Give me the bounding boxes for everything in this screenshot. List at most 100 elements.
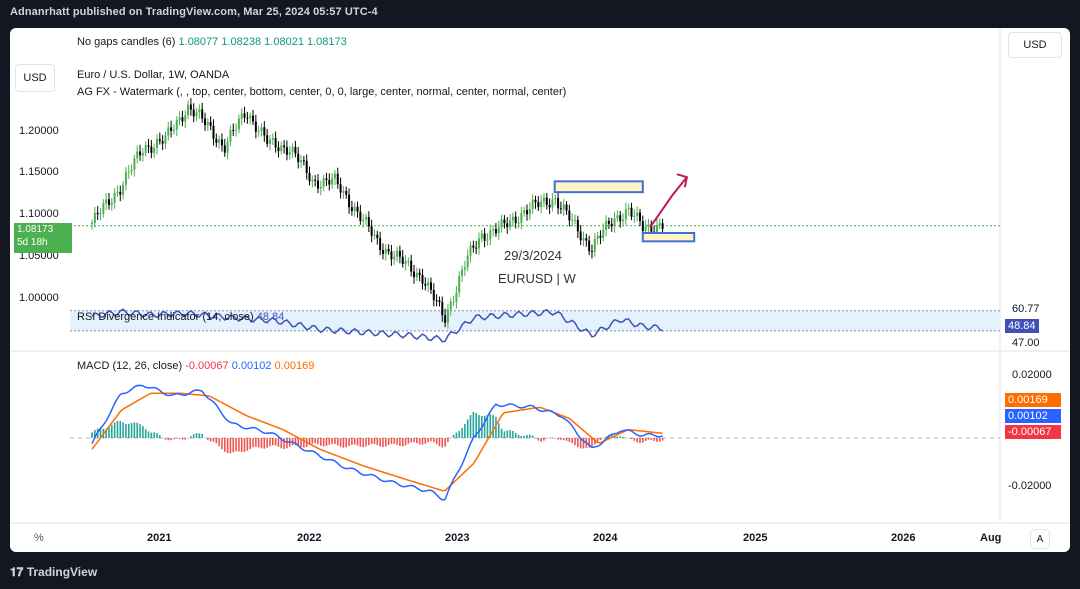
percent-toggle-icon[interactable]: % xyxy=(34,532,44,544)
macd-hist-bar xyxy=(410,438,413,443)
macd-hist-value: -0.00067 xyxy=(185,360,229,372)
candle-body xyxy=(427,282,430,286)
macd-hist-bar xyxy=(127,423,130,438)
candle-body xyxy=(373,234,376,236)
candle-body xyxy=(500,219,503,228)
candle-body xyxy=(240,113,243,119)
macd-hist-bar xyxy=(223,438,226,452)
candle-body xyxy=(105,199,108,204)
macd-hist-bar xyxy=(520,435,523,438)
candle-body xyxy=(514,216,517,224)
candle-body xyxy=(280,145,283,152)
macd-hist-bar xyxy=(551,437,554,439)
candle-body xyxy=(540,201,543,208)
macd-hist-bar xyxy=(461,428,463,438)
candle-body xyxy=(353,206,356,211)
candle-body xyxy=(483,233,486,241)
candle-body xyxy=(599,235,602,238)
tradingview-logo: 𝟏𝟕 TradingView xyxy=(10,565,98,579)
macd-hist-bar xyxy=(348,438,350,447)
candle-body xyxy=(336,173,339,185)
candle-body xyxy=(333,173,336,179)
macd-hist-bar xyxy=(548,437,551,439)
macd-hist-bar xyxy=(255,438,257,447)
macd-hist-bar xyxy=(537,438,540,441)
macd-hist-bar xyxy=(500,428,503,438)
macd-hist-bar xyxy=(627,438,630,439)
macd-hist-bar xyxy=(387,438,390,446)
macd-hist-bar xyxy=(619,436,622,438)
macd-hist-bar xyxy=(492,415,494,438)
candle-body xyxy=(559,208,562,210)
macd-hist-bar xyxy=(272,438,274,446)
candle-body xyxy=(342,191,345,193)
price-tick-1: 1.20000 xyxy=(19,125,59,137)
macd-hist-bar xyxy=(212,438,215,442)
macd-hist-bar xyxy=(153,432,155,438)
candle-body xyxy=(379,238,382,251)
candle-body xyxy=(155,139,158,149)
candle-body xyxy=(622,219,625,222)
macd-hist-bar xyxy=(466,419,469,438)
candle-body xyxy=(492,229,495,231)
macd-hist-bar xyxy=(173,438,175,440)
macd-hist-bar xyxy=(260,438,263,449)
macd-hist-bar xyxy=(232,438,235,453)
chart-canvas[interactable] xyxy=(10,28,1070,552)
macd-hist-bar xyxy=(314,438,316,444)
macd-hist-bar xyxy=(136,422,139,438)
candle-body xyxy=(523,210,526,213)
candle-body xyxy=(517,222,520,224)
candle-body xyxy=(557,198,560,209)
candle-body xyxy=(294,146,297,154)
currency-button[interactable]: USD xyxy=(1008,32,1062,58)
currency-left-button[interactable]: USD xyxy=(15,64,55,92)
candle-body xyxy=(585,238,588,241)
macd-hist-bar xyxy=(218,438,220,447)
candle-body xyxy=(415,272,418,278)
rsi-label: RSI Divergence Indicator (14, close) xyxy=(77,311,254,323)
last-price: 1.08173 xyxy=(17,224,54,235)
macd-hist-bar xyxy=(557,438,559,440)
macd-hist-bar xyxy=(204,437,206,439)
macd-hist-bar xyxy=(370,438,373,444)
chart-panel[interactable]: No gaps candles (6) 1.08077 1.08238 1.08… xyxy=(10,28,1070,552)
candle-body xyxy=(534,199,537,203)
candle-body xyxy=(590,251,593,253)
price-tick-5: 1.00000 xyxy=(19,292,59,304)
candle-body xyxy=(243,113,246,118)
macd-hist-bar xyxy=(636,438,638,443)
macd-hist-bar xyxy=(139,424,141,438)
macd-hist-bar xyxy=(512,430,514,438)
macd-hist-bar xyxy=(384,438,387,447)
candle-body xyxy=(212,125,215,139)
macd-hist-bar xyxy=(181,438,184,440)
auto-scale-icon[interactable]: A xyxy=(1030,529,1050,549)
candle-body xyxy=(574,219,577,221)
macd-hist-bar xyxy=(122,422,124,438)
macd-hist-bar xyxy=(336,438,339,446)
macd-hist-bar xyxy=(353,438,356,445)
candle-body xyxy=(164,135,167,144)
macd-hist-bar xyxy=(229,438,232,454)
macd-hist-bar xyxy=(156,433,158,438)
macd-hist-bar xyxy=(568,438,571,442)
macd-hist-bar xyxy=(497,423,500,438)
macd-hist-bar xyxy=(144,429,147,438)
macd-hist-bar xyxy=(435,438,438,445)
candle-body xyxy=(274,138,277,148)
rsi-current-tag: 48.84 xyxy=(1005,319,1039,333)
macd-hist-bar xyxy=(359,438,362,447)
candle-body xyxy=(477,238,480,249)
open-value: 1.08077 xyxy=(178,36,219,48)
candle-body xyxy=(252,115,255,122)
publish-info: Adnanrhatt published on TradingView.com,… xyxy=(10,6,378,18)
macd-hist-bar xyxy=(317,438,319,445)
candle-body xyxy=(633,216,636,218)
candle-body xyxy=(418,272,421,275)
macd-hist-bar xyxy=(257,438,260,448)
pair-annotation: EURUSD | W xyxy=(498,271,576,286)
candle-body xyxy=(141,152,144,156)
macd-axis-bottom: -0.02000 xyxy=(1008,480,1052,492)
candle-body xyxy=(616,215,619,219)
